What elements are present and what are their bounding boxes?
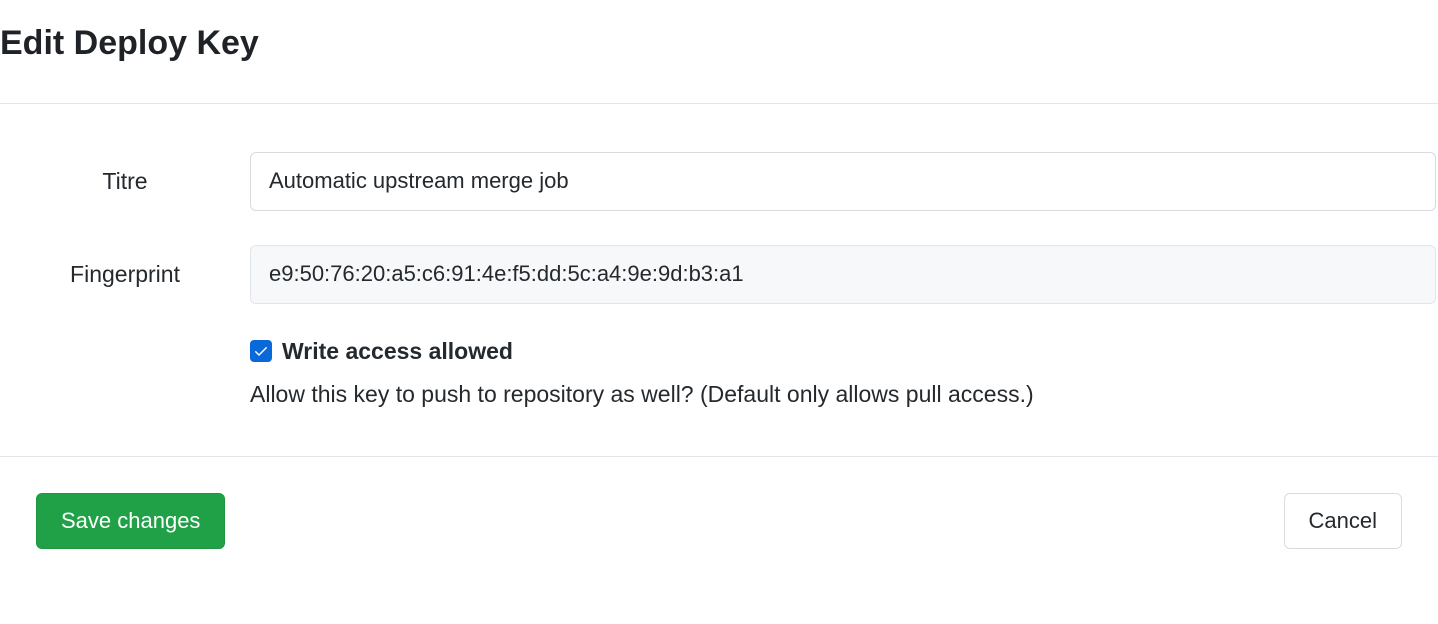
cancel-button[interactable]: Cancel — [1284, 493, 1402, 549]
form-footer: Save changes Cancel — [0, 456, 1438, 585]
page-title: Edit Deploy Key — [0, 24, 1438, 63]
write-access-row: Write access allowed — [0, 338, 1438, 365]
write-access-label[interactable]: Write access allowed — [282, 338, 513, 365]
title-label: Titre — [0, 168, 250, 195]
write-access-help-text: Allow this key to push to repository as … — [0, 381, 1438, 408]
fingerprint-value-col: e9:50:76:20:a5:c6:91:4e:f5:dd:5c:a4:9e:9… — [250, 245, 1438, 304]
fingerprint-value: e9:50:76:20:a5:c6:91:4e:f5:dd:5c:a4:9e:9… — [250, 245, 1436, 304]
title-input-col — [250, 152, 1438, 211]
title-row: Titre — [0, 152, 1438, 211]
form-section: Titre Fingerprint e9:50:76:20:a5:c6:91:4… — [0, 104, 1438, 456]
save-changes-button[interactable]: Save changes — [36, 493, 225, 549]
fingerprint-label: Fingerprint — [0, 261, 250, 288]
checkmark-icon — [253, 343, 269, 359]
fingerprint-row: Fingerprint e9:50:76:20:a5:c6:91:4e:f5:d… — [0, 245, 1438, 304]
title-input[interactable] — [250, 152, 1436, 211]
page-header: Edit Deploy Key — [0, 0, 1438, 103]
write-access-checkbox[interactable] — [250, 340, 272, 362]
write-access-checkbox-wrapper: Write access allowed — [250, 338, 513, 365]
